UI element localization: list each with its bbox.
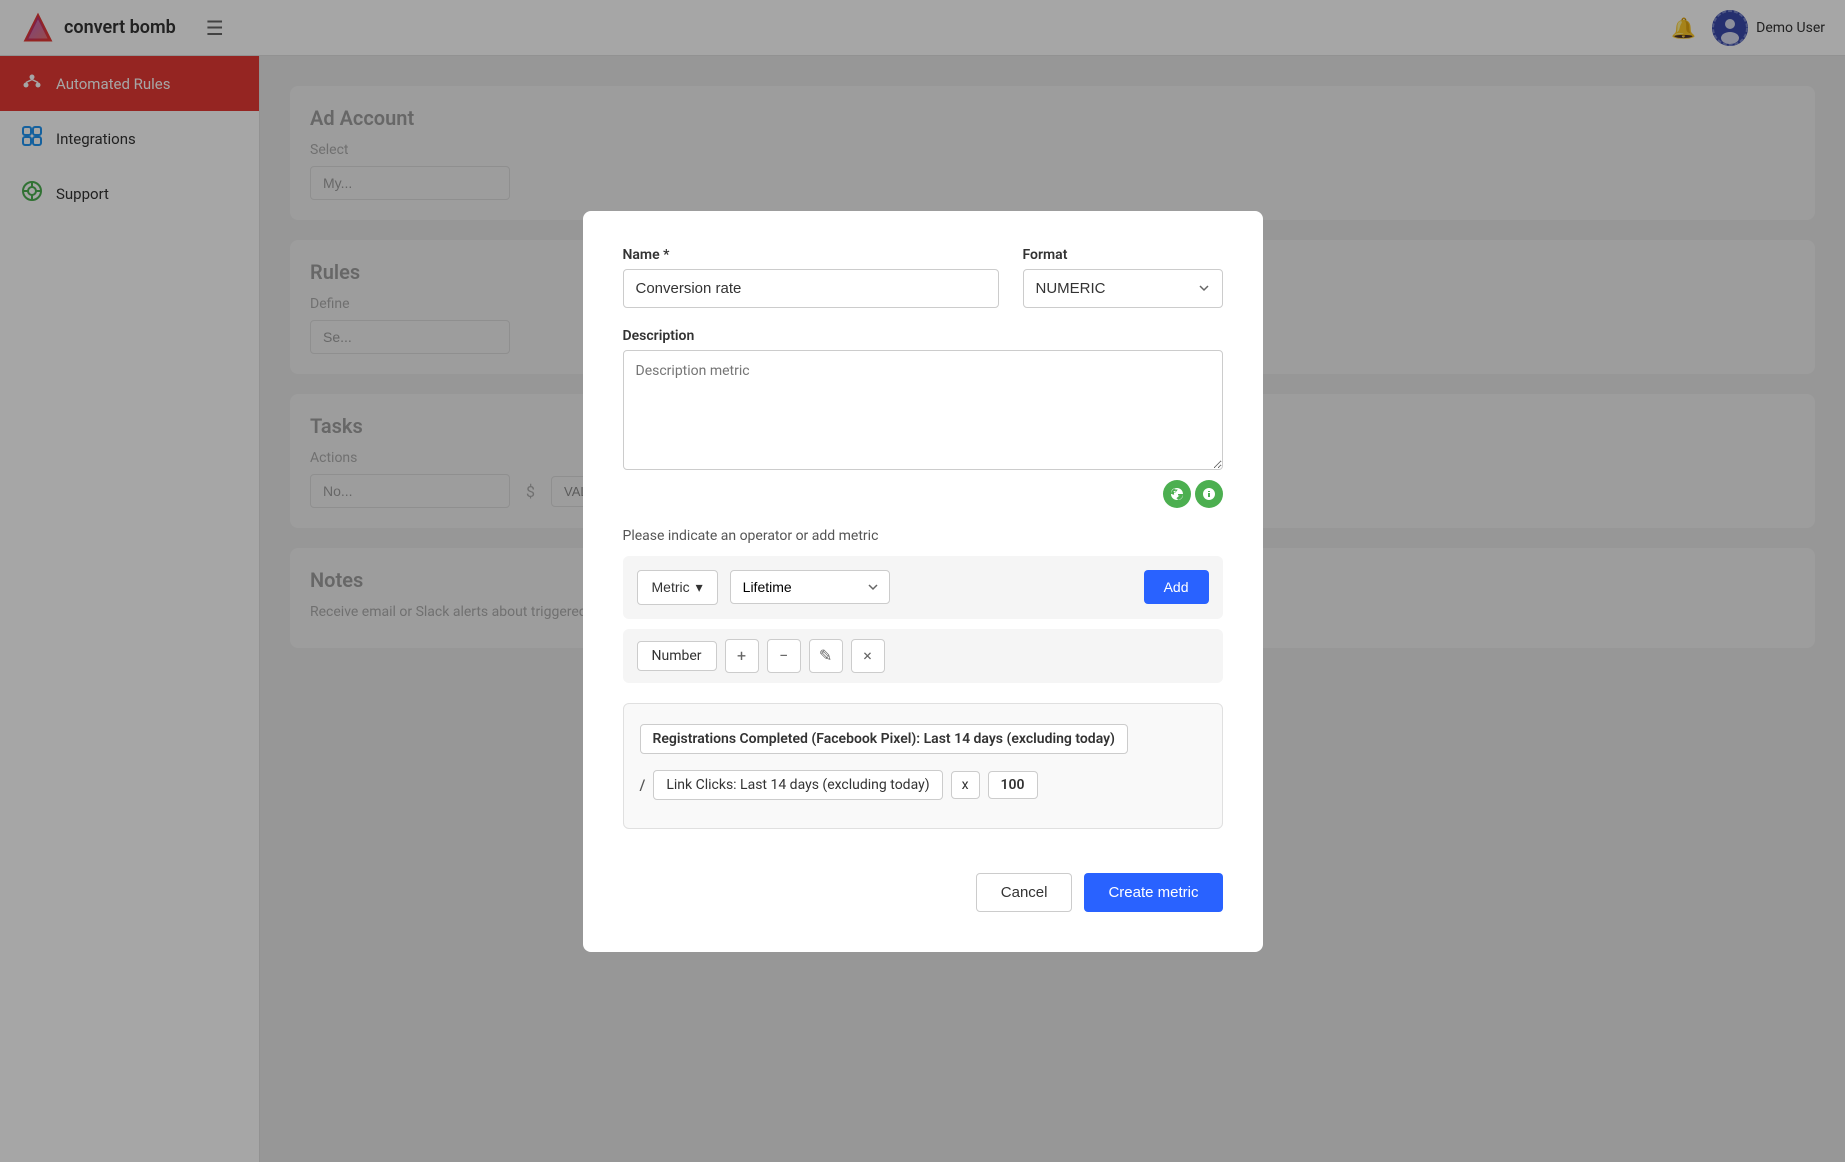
formula-x: x: [951, 771, 980, 799]
formula-tag-link-clicks: Link Clicks: Last 14 days (excluding tod…: [653, 770, 942, 800]
metric-button[interactable]: Metric ▾: [637, 570, 718, 605]
plus-icon: +: [737, 646, 746, 665]
metric-row: Metric ▾ Lifetime Last 7 days Last 14 da…: [623, 556, 1223, 619]
remove-button[interactable]: ×: [851, 639, 885, 673]
name-group: Name *: [623, 247, 999, 308]
format-label: Format: [1023, 247, 1223, 263]
description-label: Description: [623, 328, 1223, 344]
description-textarea[interactable]: [623, 350, 1223, 470]
formula-row-2: / Link Clicks: Last 14 days (excluding t…: [640, 766, 1206, 804]
modal-footer: Cancel Create metric: [623, 853, 1223, 912]
formula-box: Registrations Completed (Facebook Pixel)…: [623, 703, 1223, 829]
grammar-icon[interactable]: [1195, 480, 1223, 508]
plus-button[interactable]: +: [725, 639, 759, 673]
description-group: Description: [623, 328, 1223, 508]
name-format-row: Name * Format NUMERIC PERCENTAGE CURRENC…: [623, 247, 1223, 308]
metric-chevron-icon: ▾: [696, 579, 703, 596]
description-footer: [623, 480, 1223, 508]
cancel-button[interactable]: Cancel: [976, 873, 1073, 912]
modal-overlay[interactable]: Name * Format NUMERIC PERCENTAGE CURRENC…: [0, 0, 1845, 1162]
formula-row-1: Registrations Completed (Facebook Pixel)…: [640, 720, 1206, 758]
name-input[interactable]: [623, 269, 999, 308]
formula-tag-registrations: Registrations Completed (Facebook Pixel)…: [640, 724, 1128, 754]
name-label: Name *: [623, 247, 999, 263]
number-tag: Number: [637, 641, 717, 671]
operator-section: Please indicate an operator or add metri…: [623, 528, 1223, 683]
format-select[interactable]: NUMERIC PERCENTAGE CURRENCY: [1023, 269, 1223, 308]
add-button[interactable]: Add: [1144, 570, 1209, 604]
number-row: Number + − ✎ ×: [623, 629, 1223, 683]
minus-icon: −: [779, 646, 788, 665]
create-metric-button[interactable]: Create metric: [1084, 873, 1222, 912]
metric-label: Metric: [652, 579, 690, 595]
operator-instruction: Please indicate an operator or add metri…: [623, 528, 1223, 544]
formula-slash: /: [640, 776, 646, 794]
minus-button[interactable]: −: [767, 639, 801, 673]
translate-icon[interactable]: [1163, 480, 1191, 508]
lifetime-select[interactable]: Lifetime Last 7 days Last 14 days Last 3…: [730, 570, 890, 604]
edit-icon: ✎: [819, 646, 832, 665]
close-icon: ×: [863, 646, 872, 665]
format-group: Format NUMERIC PERCENTAGE CURRENCY: [1023, 247, 1223, 308]
formula-num: 100: [988, 771, 1038, 799]
edit-button[interactable]: ✎: [809, 639, 843, 673]
create-metric-modal: Name * Format NUMERIC PERCENTAGE CURRENC…: [583, 211, 1263, 952]
